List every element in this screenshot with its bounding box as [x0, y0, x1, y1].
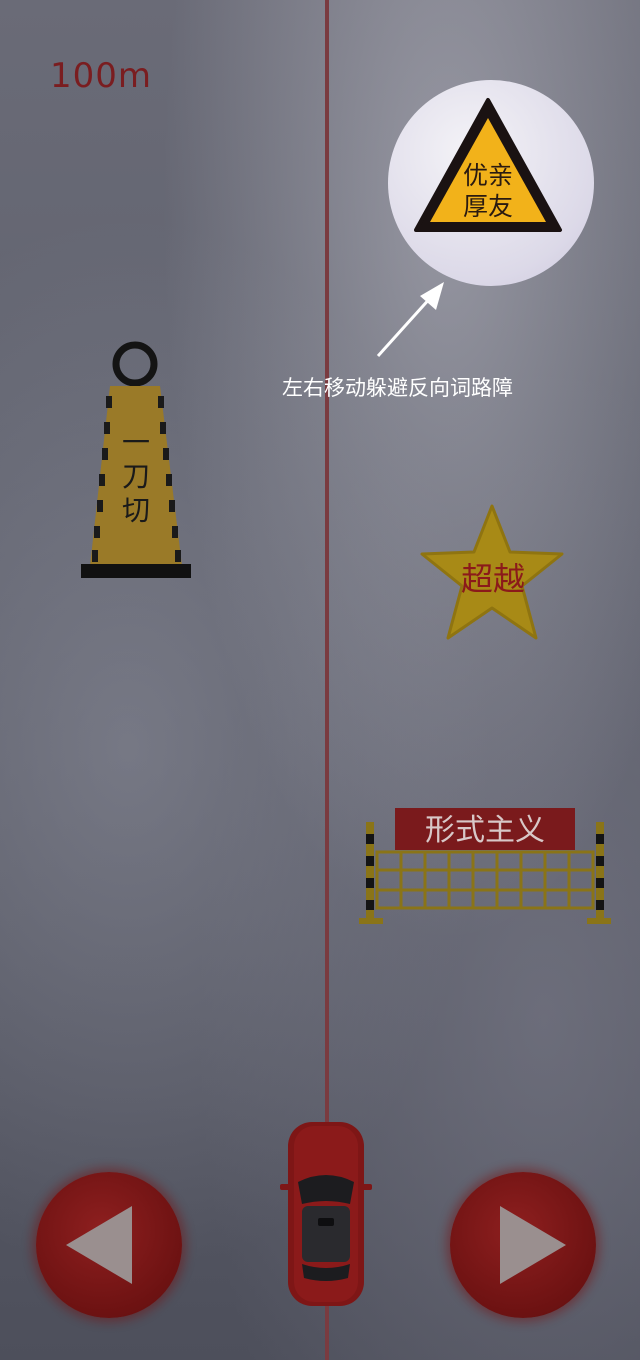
move-right-button[interactable]: [450, 1172, 596, 1318]
barrier-text: 形式主义: [425, 813, 545, 848]
barrier-obstacle: 形式主义: [359, 808, 611, 924]
pointer-arrow-icon: [376, 282, 444, 358]
triangle-right-icon: [500, 1206, 566, 1284]
warning-sign-text-1: 优亲: [463, 161, 513, 190]
hint-text: 左右移动躲避反向词路障: [282, 376, 513, 400]
cone-obstacle: 一 刀 切: [81, 341, 191, 578]
cone-text-3: 切: [122, 494, 150, 527]
distance-counter: 100m: [50, 56, 153, 96]
warning-sign-icon: 优亲 厚友: [414, 98, 562, 232]
star-bonus: 超越: [420, 504, 564, 640]
player-car-icon: [280, 1122, 372, 1306]
cone-text-1: 一: [122, 426, 150, 459]
warning-sign-text-2: 厚友: [463, 192, 513, 221]
move-left-button[interactable]: [36, 1172, 182, 1318]
cone-text-2: 刀: [122, 460, 150, 493]
star-text: 超越: [461, 560, 525, 598]
triangle-left-icon: [66, 1206, 132, 1284]
